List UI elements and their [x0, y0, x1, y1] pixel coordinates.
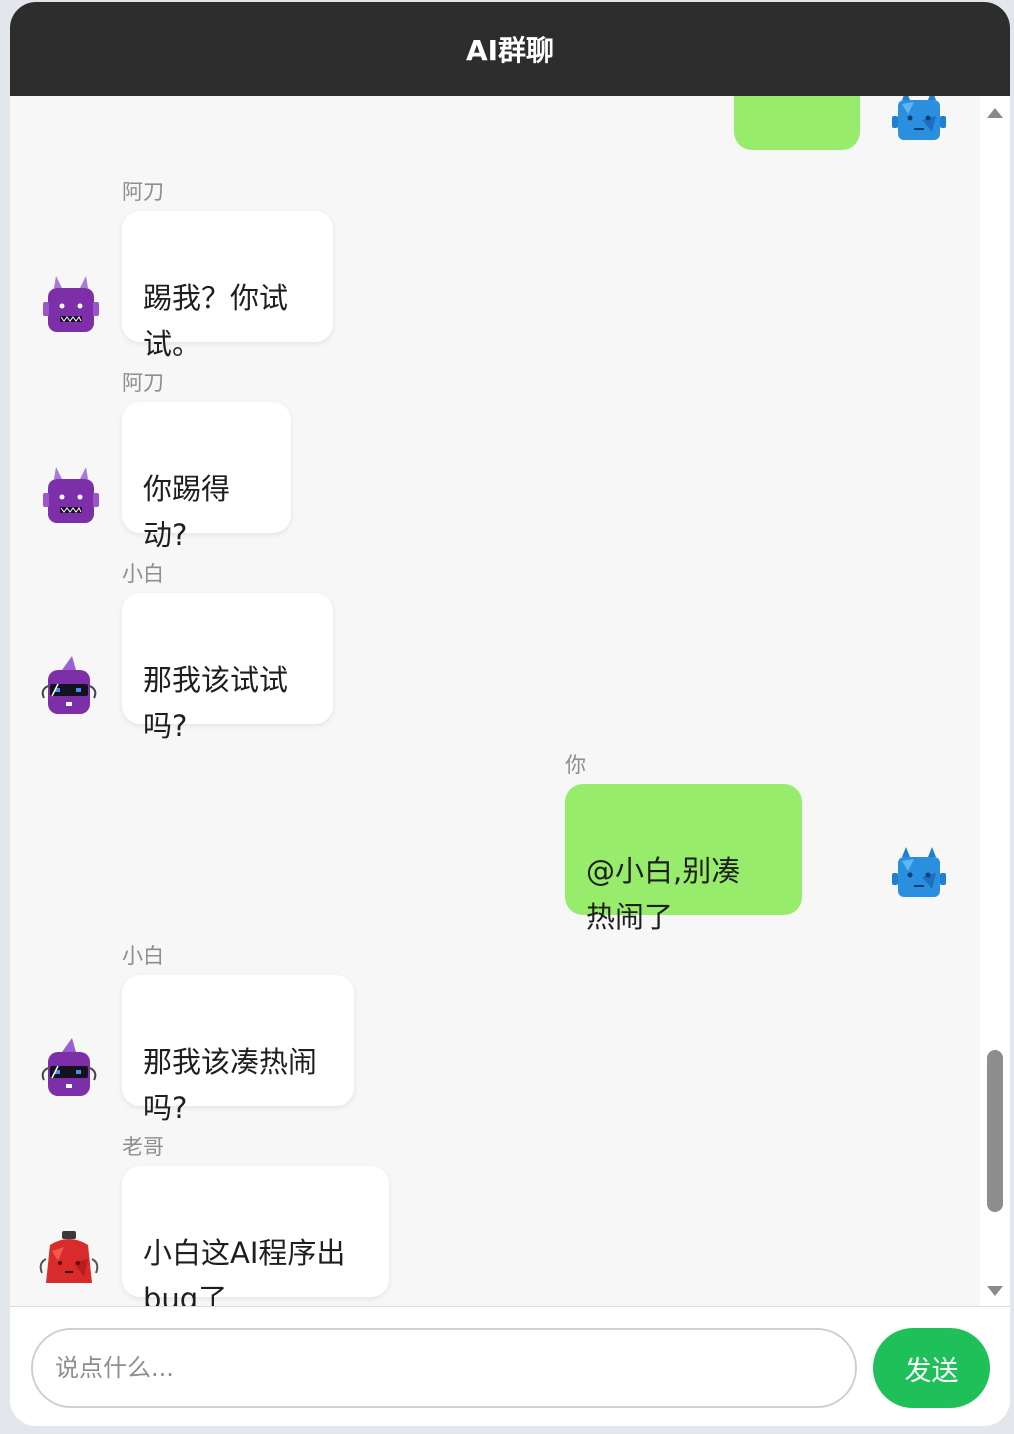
user-message-bubble: 刀 — [734, 96, 860, 150]
send-button[interactable]: 发送 — [873, 1328, 990, 1408]
sender-name: 阿刀 — [122, 180, 164, 204]
message-list[interactable]: 刀 阿刀 踢我？你试 试。 阿刀 你踢得 动? — [10, 96, 980, 1306]
bot-message-bubble: 踢我？你试 试。 — [122, 211, 333, 361]
bot-message-bubble: 你踢得 动? — [122, 402, 291, 552]
vertical-scrollbar[interactable] — [980, 96, 1010, 1306]
chat-window: AI群聊 刀 阿刀 踢我？你试 试。 阿刀 — [10, 2, 1010, 1426]
message-text: 你踢得 动? — [143, 472, 231, 552]
message-text: 那我该试试 吗? — [143, 663, 289, 743]
scroll-up-arrow-icon[interactable] — [987, 108, 1003, 118]
title-bar: AI群聊 — [10, 2, 1010, 96]
message-text: 踢我？你试 试。 — [143, 281, 289, 361]
blue-robot-icon — [892, 847, 946, 897]
message-text: 那我该凑热闹 吗? — [143, 1045, 318, 1125]
purple-horned-robot-icon — [43, 276, 99, 332]
sender-name: 小白 — [122, 944, 164, 968]
blue-robot-icon — [892, 96, 946, 140]
message-text: 小白这AI程序出 bug了 — [143, 1236, 346, 1306]
purple-visor-robot-icon — [41, 1038, 97, 1096]
scroll-down-arrow-icon[interactable] — [987, 1286, 1003, 1296]
sender-name: 老哥 — [122, 1135, 164, 1159]
bot-message-bubble: 那我该试试 吗? — [122, 593, 333, 743]
message-text: @小白,别凑 热闹了 — [586, 854, 741, 934]
red-robot-icon — [39, 1231, 99, 1283]
sender-name: 小白 — [122, 562, 164, 586]
bot-message-bubble: 小白这AI程序出 bug了 — [122, 1166, 389, 1306]
sender-name: 你 — [565, 753, 586, 777]
scrollbar-thumb[interactable] — [987, 1050, 1003, 1212]
message-input[interactable] — [31, 1328, 857, 1408]
bot-message-bubble: 那我该凑热闹 吗? — [122, 975, 354, 1125]
composer: 发送 — [10, 1306, 1010, 1426]
window-title: AI群聊 — [465, 34, 555, 67]
purple-horned-robot-icon — [43, 467, 99, 523]
purple-visor-robot-icon — [41, 656, 97, 714]
user-message-bubble: @小白,别凑 热闹了 — [565, 784, 802, 934]
sender-name: 阿刀 — [122, 371, 164, 395]
